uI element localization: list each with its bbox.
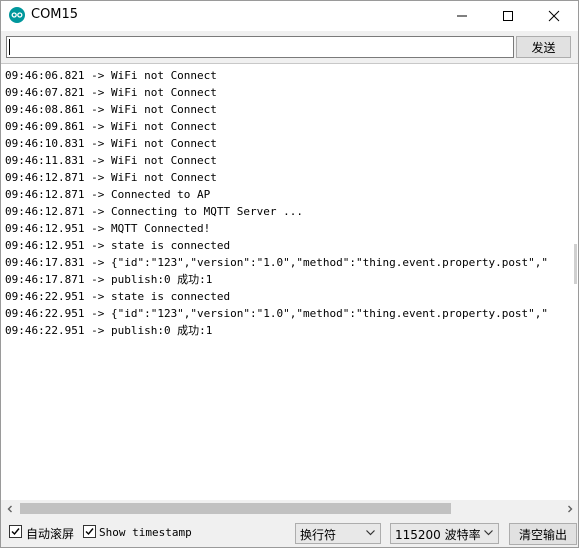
minimize-icon bbox=[457, 15, 467, 17]
status-bar: 自动滚屏 Show timestamp 换行符 115200 波特率 清空输出 bbox=[1, 517, 578, 547]
log-line: 09:46:12.871 -> WiFi not Connect bbox=[5, 171, 217, 184]
serial-output[interactable]: 09:46:06.821 -> WiFi not Connect 09:46:07… bbox=[1, 63, 578, 501]
vertical-scroll-thumb[interactable] bbox=[574, 244, 577, 284]
autoscroll-checkbox[interactable] bbox=[9, 525, 22, 538]
log-line: 09:46:07.821 -> WiFi not Connect bbox=[5, 86, 217, 99]
maximize-button[interactable] bbox=[485, 1, 531, 31]
chevron-right-icon bbox=[567, 505, 572, 512]
scroll-left-button[interactable] bbox=[1, 500, 18, 517]
log-line: 09:46:22.951 -> publish:0 成功:1 bbox=[5, 324, 213, 337]
log-line: 09:46:12.871 -> Connecting to MQTT Serve… bbox=[5, 205, 304, 218]
log-line: 09:46:09.861 -> WiFi not Connect bbox=[5, 120, 217, 133]
clear-output-button[interactable]: 清空输出 bbox=[509, 523, 577, 545]
close-button[interactable] bbox=[531, 1, 577, 31]
chevron-left-icon bbox=[7, 505, 12, 512]
send-input[interactable] bbox=[6, 36, 514, 58]
close-icon bbox=[548, 10, 560, 22]
text-caret bbox=[9, 39, 10, 55]
log-line: 09:46:11.831 -> WiFi not Connect bbox=[5, 154, 217, 167]
send-toolbar: 发送 bbox=[1, 31, 578, 63]
log-line: 09:46:17.831 -> {"id":"123","version":"1… bbox=[5, 256, 549, 269]
log-line: 09:46:12.871 -> Connected to AP bbox=[5, 188, 211, 201]
log-line: 09:46:12.951 -> MQTT Connected! bbox=[5, 222, 211, 235]
show-timestamp-label: Show timestamp bbox=[99, 526, 192, 539]
chevron-down-icon bbox=[366, 530, 375, 536]
send-button[interactable]: 发送 bbox=[516, 36, 571, 58]
line-ending-value: 换行符 bbox=[300, 528, 337, 542]
serial-monitor-window: COM15 发送 09:46:06.821 -> WiFi not Connec… bbox=[0, 0, 579, 548]
log-line: 09:46:12.951 -> state is connected bbox=[5, 239, 231, 252]
log-line: 09:46:22.951 -> {"id":"123","version":"1… bbox=[5, 307, 549, 320]
log-line: 09:46:17.871 -> publish:0 成功:1 bbox=[5, 273, 213, 286]
window-title: COM15 bbox=[31, 7, 79, 22]
chevron-down-icon bbox=[484, 530, 493, 536]
log-line: 09:46:08.861 -> WiFi not Connect bbox=[5, 103, 217, 116]
vertical-scrollbar[interactable] bbox=[572, 64, 578, 501]
minimize-button[interactable] bbox=[439, 1, 485, 31]
arduino-logo-icon bbox=[9, 7, 25, 23]
checkmark-icon bbox=[85, 528, 94, 536]
line-ending-select[interactable]: 换行符 bbox=[295, 523, 381, 544]
maximize-icon bbox=[503, 11, 513, 21]
horizontal-scroll-thumb[interactable] bbox=[20, 503, 451, 514]
log-line: 09:46:10.831 -> WiFi not Connect bbox=[5, 137, 217, 150]
log-line: 09:46:06.821 -> WiFi not Connect bbox=[5, 69, 217, 82]
log-line: 09:46:22.951 -> state is connected bbox=[5, 290, 231, 303]
show-timestamp-checkbox[interactable] bbox=[83, 525, 96, 538]
horizontal-scrollbar[interactable] bbox=[1, 500, 578, 517]
autoscroll-label: 自动滚屏 bbox=[26, 527, 75, 541]
title-bar: COM15 bbox=[1, 1, 578, 31]
checkmark-icon bbox=[11, 528, 20, 536]
baud-rate-value: 115200 波特率 bbox=[395, 528, 481, 542]
baud-rate-select[interactable]: 115200 波特率 bbox=[390, 523, 499, 544]
scroll-right-button[interactable] bbox=[561, 500, 578, 517]
